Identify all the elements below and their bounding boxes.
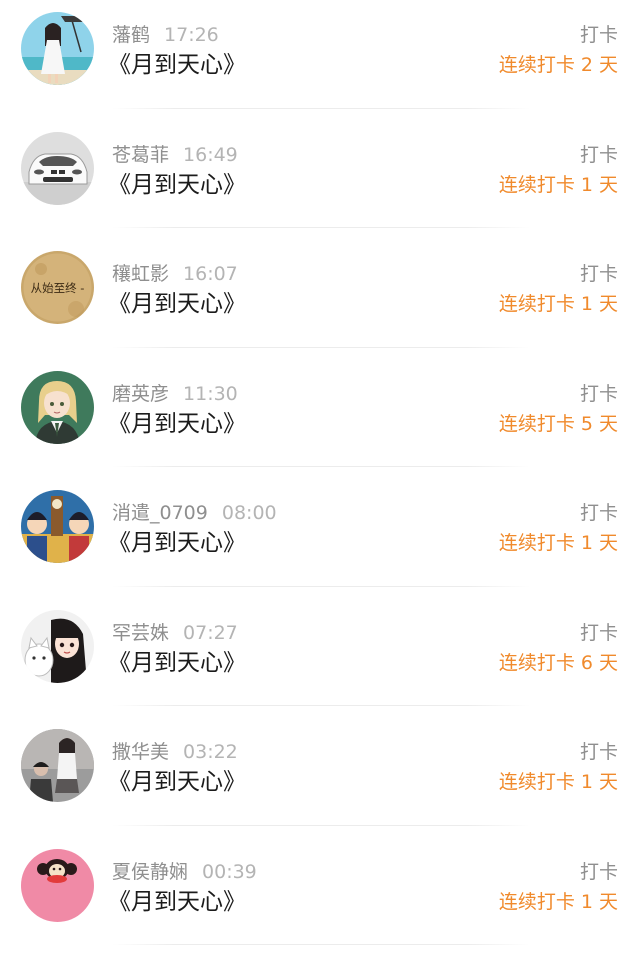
streak-label: 连续打卡 5 天 — [499, 411, 618, 437]
list-item[interactable]: 消遣_0709 08:00 《月到天心》 打卡 连续打卡 1 天 — [0, 478, 640, 598]
checkin-label: 打卡 — [580, 22, 618, 48]
checkin-time: 08:00 — [222, 502, 277, 524]
divider — [112, 108, 530, 109]
list-item[interactable]: 从始至终 - 穰虹影 16:07 《月到天心》 打卡 连续打卡 1 天 — [0, 239, 640, 359]
text-badge-avatar-icon: 从始至终 - — [21, 251, 94, 324]
book-title[interactable]: 《月到天心》 — [108, 409, 246, 439]
avatar[interactable] — [21, 729, 94, 802]
list-item[interactable]: 夏侯静娴 00:39 《月到天心》 打卡 连续打卡 1 天 — [0, 837, 640, 956]
girl-beach-avatar-icon — [21, 12, 94, 85]
user-meta: 罕芸姝 07:27 — [112, 620, 238, 646]
user-name[interactable]: 苍葛菲 — [112, 144, 169, 166]
user-meta: 藩鹤 17:26 — [112, 22, 219, 48]
book-title[interactable]: 《月到天心》 — [108, 887, 246, 917]
user-name[interactable]: 夏侯静娴 — [112, 861, 188, 883]
checkin-label: 打卡 — [580, 142, 618, 168]
user-meta: 磨英彦 11:30 — [112, 381, 238, 407]
avatar[interactable] — [21, 610, 94, 683]
divider — [112, 705, 530, 706]
checkin-time: 07:27 — [183, 622, 238, 644]
photo-people-avatar-icon — [21, 729, 94, 802]
streak-label: 连续打卡 1 天 — [499, 889, 618, 915]
checkin-time: 00:39 — [202, 861, 257, 883]
checkin-label: 打卡 — [580, 739, 618, 765]
checkin-list: 藩鹤 17:26 《月到天心》 打卡 连续打卡 2 天 苍葛菲 16:49 《月到天… — [0, 0, 640, 954]
checkin-time: 17:26 — [164, 24, 219, 46]
user-meta: 消遣_0709 08:00 — [112, 500, 277, 526]
streak-label: 连续打卡 6 天 — [499, 650, 618, 676]
user-meta: 苍葛菲 16:49 — [112, 142, 238, 168]
divider — [112, 466, 530, 467]
checkin-label: 打卡 — [580, 261, 618, 287]
book-title[interactable]: 《月到天心》 — [108, 648, 246, 678]
user-name[interactable]: 藩鹤 — [112, 24, 150, 46]
streak-label: 连续打卡 1 天 — [499, 769, 618, 795]
avatar[interactable] — [21, 132, 94, 205]
divider — [112, 944, 530, 945]
list-item[interactable]: 撒华美 03:22 《月到天心》 打卡 连续打卡 1 天 — [0, 717, 640, 837]
user-meta: 夏侯静娴 00:39 — [112, 859, 257, 885]
avatar[interactable] — [21, 12, 94, 85]
user-name[interactable]: 穰虹影 — [112, 263, 169, 285]
monkey-pink-avatar-icon — [21, 849, 94, 922]
list-item[interactable]: 磨英彦 11:30 《月到天心》 打卡 连续打卡 5 天 — [0, 359, 640, 479]
avatar[interactable] — [21, 490, 94, 563]
divider — [112, 586, 530, 587]
divider — [112, 227, 530, 228]
book-title[interactable]: 《月到天心》 — [108, 170, 246, 200]
checkin-label: 打卡 — [580, 620, 618, 646]
user-name[interactable]: 消遣_0709 — [112, 502, 208, 524]
white-car-avatar-icon — [21, 132, 94, 205]
user-meta: 撒华美 03:22 — [112, 739, 238, 765]
avatar[interactable] — [21, 371, 94, 444]
streak-label: 连续打卡 1 天 — [499, 172, 618, 198]
book-title[interactable]: 《月到天心》 — [108, 767, 246, 797]
book-title[interactable]: 《月到天心》 — [108, 289, 246, 319]
streak-label: 连续打卡 1 天 — [499, 530, 618, 556]
divider — [112, 347, 530, 348]
book-title[interactable]: 《月到天心》 — [108, 528, 246, 558]
checkin-label: 打卡 — [580, 500, 618, 526]
checkin-time: 03:22 — [183, 741, 238, 763]
checkin-time: 16:49 — [183, 144, 238, 166]
anime-characters-avatar-icon — [21, 490, 94, 563]
avatar[interactable] — [21, 849, 94, 922]
cartoon-girl-cat-avatar-icon — [21, 610, 94, 683]
streak-label: 连续打卡 2 天 — [499, 52, 618, 78]
checkin-label: 打卡 — [580, 381, 618, 407]
checkin-time: 11:30 — [183, 383, 238, 405]
avatar-text: 从始至终 - — [31, 281, 85, 295]
streak-label: 连续打卡 1 天 — [499, 291, 618, 317]
user-name[interactable]: 撒华美 — [112, 741, 169, 763]
checkin-time: 16:07 — [183, 263, 238, 285]
checkin-label: 打卡 — [580, 859, 618, 885]
list-item[interactable]: 苍葛菲 16:49 《月到天心》 打卡 连续打卡 1 天 — [0, 120, 640, 240]
list-item[interactable]: 罕芸姝 07:27 《月到天心》 打卡 连续打卡 6 天 — [0, 598, 640, 718]
anime-girl-green-avatar-icon — [21, 371, 94, 444]
list-item[interactable]: 藩鹤 17:26 《月到天心》 打卡 连续打卡 2 天 — [0, 0, 640, 120]
user-name[interactable]: 磨英彦 — [112, 383, 169, 405]
divider — [112, 825, 530, 826]
book-title[interactable]: 《月到天心》 — [108, 50, 246, 80]
avatar[interactable]: 从始至终 - — [21, 251, 94, 324]
user-name[interactable]: 罕芸姝 — [112, 622, 169, 644]
user-meta: 穰虹影 16:07 — [112, 261, 238, 287]
